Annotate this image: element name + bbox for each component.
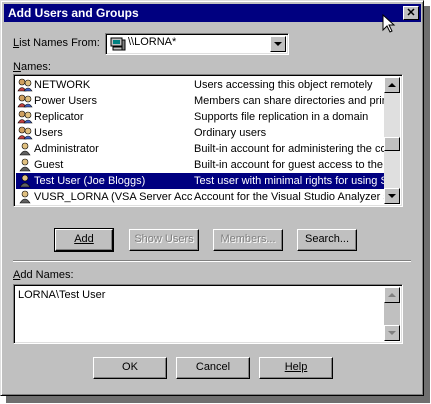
arrow-up-icon bbox=[388, 293, 396, 297]
user-icon bbox=[17, 158, 33, 172]
list-item-description: Test user with minimal rights for using … bbox=[194, 175, 384, 187]
arrow-up-icon bbox=[388, 83, 396, 87]
list-item-name: Replicator bbox=[34, 111, 84, 123]
arrow-down-icon bbox=[388, 331, 396, 335]
close-button[interactable]: ✕ bbox=[403, 6, 419, 20]
separator bbox=[13, 260, 411, 262]
search-button[interactable]: Search... bbox=[297, 229, 357, 251]
list-item-name: Users bbox=[34, 127, 63, 139]
list-item[interactable]: VUSR_LORNA (VSA Server Acc Account for th… bbox=[16, 189, 384, 205]
list-item-description: Built-in account for administering the c… bbox=[194, 143, 384, 155]
user-icon bbox=[17, 142, 33, 156]
list-item-description: Users accessing this object remotely bbox=[194, 79, 373, 91]
list-item-name: Test User (Joe Bloggs) bbox=[34, 175, 146, 187]
list-names-from-combo[interactable]: \\LORNA* bbox=[105, 33, 289, 55]
members-button[interactable]: Members... bbox=[213, 229, 283, 251]
list-item-description: Ordinary users bbox=[194, 127, 267, 139]
group-icon bbox=[17, 126, 33, 140]
group-icon bbox=[17, 78, 33, 92]
add-names-label: Add Names: bbox=[13, 269, 74, 281]
list-item[interactable]: Guest Built-in account for guest access t… bbox=[16, 157, 384, 173]
add-names-value: LORNA\Test User bbox=[18, 289, 106, 301]
list-item-description: Built-in account for guest access to the bbox=[194, 159, 383, 171]
chevron-down-icon bbox=[274, 42, 282, 46]
arrow-down-icon bbox=[388, 194, 396, 198]
list-item-name: NETWORK bbox=[34, 79, 91, 91]
show-users-button[interactable]: Show Users bbox=[129, 229, 199, 251]
list-names-from-label: List Names From: bbox=[13, 37, 100, 49]
group-icon bbox=[17, 110, 33, 124]
computer-icon bbox=[110, 37, 126, 51]
add-names-textarea[interactable]: LORNA\Test User bbox=[13, 284, 403, 344]
list-item-description: Members can share directories and print bbox=[194, 95, 384, 107]
group-icon bbox=[17, 94, 33, 108]
list-item-description: Supports file replication in a domain bbox=[194, 111, 369, 123]
scroll-down-button[interactable] bbox=[384, 325, 400, 341]
list-item[interactable]: Power Users Members can share directories… bbox=[16, 93, 384, 109]
title-bar[interactable]: Add Users and Groups ✕ bbox=[4, 4, 421, 22]
scroll-thumb[interactable] bbox=[384, 137, 400, 151]
close-icon: ✕ bbox=[406, 7, 416, 19]
names-label: Names: bbox=[13, 61, 51, 73]
list-item-description: Account for the Visual Studio Analyzer s bbox=[194, 191, 384, 203]
list-item[interactable]: NETWORK Users accessing this object remot… bbox=[16, 77, 384, 93]
list-item-name: Power Users bbox=[34, 95, 97, 107]
list-item[interactable]: Users Ordinary users bbox=[16, 125, 384, 141]
help-button[interactable]: Help bbox=[259, 357, 333, 379]
user-icon bbox=[17, 190, 33, 204]
list-item[interactable]: Test User (Joe Bloggs) Test user with min… bbox=[16, 173, 384, 189]
window-title: Add Users and Groups bbox=[8, 6, 139, 20]
list-item-name: Administrator bbox=[34, 143, 99, 155]
names-list[interactable]: NETWORK Users accessing this object remot… bbox=[13, 74, 403, 207]
scroll-up-button[interactable] bbox=[384, 77, 400, 93]
list-item[interactable]: Replicator Supports file replication in a… bbox=[16, 109, 384, 125]
ok-button[interactable]: OK bbox=[93, 357, 167, 379]
add-names-scrollbar[interactable] bbox=[384, 287, 400, 341]
combo-dropdown-button[interactable] bbox=[270, 36, 286, 52]
cancel-button[interactable]: Cancel bbox=[176, 357, 250, 379]
scroll-down-button[interactable] bbox=[384, 188, 400, 204]
add-users-and-groups-dialog: Add Users and Groups ✕ List Names From: … bbox=[0, 0, 424, 396]
list-item[interactable]: Administrator Built-in account for admini… bbox=[16, 141, 384, 157]
list-item-name: Guest bbox=[34, 159, 64, 171]
user-icon bbox=[17, 174, 33, 188]
scroll-up-button[interactable] bbox=[384, 287, 400, 303]
add-button[interactable]: Add bbox=[54, 228, 114, 252]
list-item-name: VUSR_LORNA (VSA Server Acc bbox=[34, 191, 192, 203]
mouse-cursor-icon bbox=[382, 14, 396, 33]
list-names-from-value: \\LORNA* bbox=[128, 36, 177, 48]
names-list-scrollbar[interactable] bbox=[384, 77, 400, 204]
